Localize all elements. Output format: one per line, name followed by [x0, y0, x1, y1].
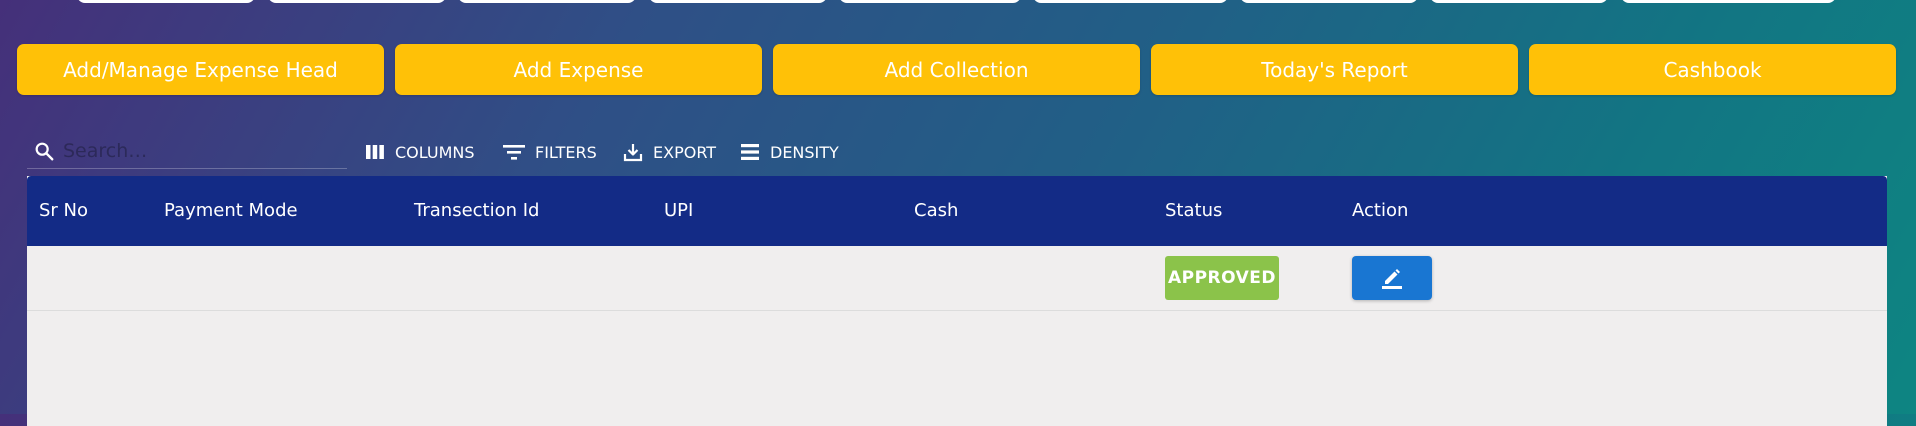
top-tab[interactable]: [1621, 0, 1836, 3]
column-header-sr-no[interactable]: Sr No: [39, 176, 88, 246]
download-icon: [623, 142, 643, 162]
filters-button[interactable]: FILTERS: [503, 138, 597, 166]
density-label: DENSITY: [770, 142, 839, 162]
search-input[interactable]: [61, 136, 345, 166]
table-row[interactable]: APPROVED: [27, 246, 1887, 311]
top-tab[interactable]: [77, 0, 255, 3]
add-manage-expense-head-button[interactable]: Add/Manage Expense Head: [17, 44, 384, 95]
column-header-payment-mode[interactable]: Payment Mode: [164, 176, 298, 246]
top-tab[interactable]: [1033, 0, 1228, 3]
grid-header: Sr No Payment Mode Transection Id UPI Ca…: [27, 176, 1887, 246]
search-icon: [33, 140, 55, 162]
export-label: EXPORT: [653, 142, 717, 162]
top-tab[interactable]: [1240, 0, 1418, 3]
density-icon: [740, 143, 760, 161]
column-header-action[interactable]: Action: [1352, 176, 1408, 246]
top-tab[interactable]: [458, 0, 636, 3]
top-tab[interactable]: [839, 0, 1021, 3]
export-button[interactable]: EXPORT: [623, 138, 716, 166]
columns-label: COLUMNS: [395, 142, 475, 162]
top-tab[interactable]: [649, 0, 827, 3]
search-box: [27, 134, 347, 169]
edit-button[interactable]: [1352, 256, 1432, 300]
columns-button[interactable]: COLUMNS: [365, 138, 475, 166]
column-header-transection-id[interactable]: Transection Id: [414, 176, 539, 246]
column-header-cash[interactable]: Cash: [914, 176, 958, 246]
top-tab[interactable]: [1430, 0, 1608, 3]
todays-report-button[interactable]: Today's Report: [1151, 44, 1518, 95]
density-button[interactable]: DENSITY: [740, 138, 839, 166]
data-grid: Sr No Payment Mode Transection Id UPI Ca…: [27, 176, 1887, 426]
grid-toolbar: COLUMNS FILTERS EXPORT DENSITY: [27, 134, 1887, 170]
filter-icon: [503, 143, 525, 161]
pencil-icon: [1379, 264, 1405, 293]
action-bar: Add/Manage Expense Head Add Expense Add …: [17, 44, 1899, 95]
status-badge: APPROVED: [1165, 256, 1279, 300]
column-header-upi[interactable]: UPI: [664, 176, 693, 246]
top-tab-strip: [0, 0, 1916, 4]
filters-label: FILTERS: [535, 142, 597, 162]
cashbook-button[interactable]: Cashbook: [1529, 44, 1896, 95]
add-collection-button[interactable]: Add Collection: [773, 44, 1140, 95]
column-header-status[interactable]: Status: [1165, 176, 1222, 246]
add-expense-button[interactable]: Add Expense: [395, 44, 762, 95]
top-tab[interactable]: [268, 0, 446, 3]
columns-icon: [365, 143, 385, 161]
